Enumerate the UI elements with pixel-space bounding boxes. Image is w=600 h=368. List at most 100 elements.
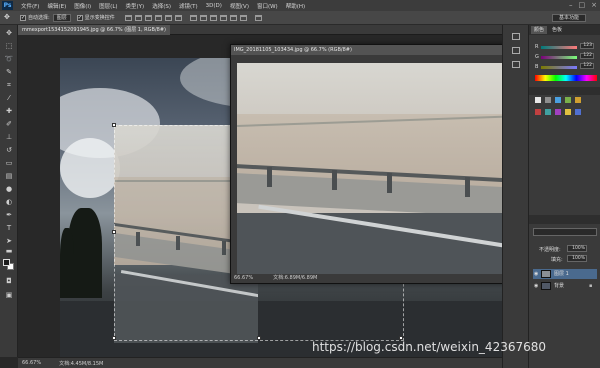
adjust-levels-icon[interactable] (545, 97, 551, 103)
menu-type[interactable]: 类型(Y) (126, 2, 145, 10)
distribute-middle-icon[interactable] (199, 14, 207, 21)
layer-filter-dropdown[interactable] (533, 228, 597, 236)
slider-g[interactable]: G 122 (535, 53, 597, 60)
screen-mode-icon[interactable]: ▣ (4, 291, 14, 300)
tab-swatches[interactable]: 色板 (549, 26, 565, 34)
adjust-brightness-icon[interactable] (535, 97, 541, 103)
gradient-tool-icon[interactable]: ▤ (4, 172, 14, 181)
distribute-bottom-icon[interactable] (209, 14, 217, 21)
eraser-tool-icon[interactable]: ▭ (4, 159, 14, 168)
transform-controls-checkbox[interactable]: ✓ (76, 14, 83, 21)
floating-document-window[interactable]: IMG_20181105_103434.jpg @ 66.7% (RGB/8#)… (230, 44, 528, 284)
marquee-tool-icon[interactable]: ⬚ (4, 42, 14, 51)
brush-tool-icon[interactable]: ✐ (4, 120, 14, 129)
workspace-switcher[interactable]: 基本功能 (551, 14, 586, 22)
history-panel-icon[interactable] (512, 33, 520, 40)
adjust-vibrance-icon[interactable] (575, 97, 581, 103)
fill-label: 填充: (551, 257, 563, 263)
right-panels: 颜色 色板 R 123 G 122 B 122 不透明度: 100% 填充: 1… (528, 25, 600, 368)
align-top-icon[interactable] (124, 14, 132, 21)
history-brush-tool-icon[interactable]: ↺ (4, 146, 14, 155)
floating-status-bar: 66.67% 文档:6.89M/6.89M (231, 274, 527, 283)
close-button[interactable]: × (591, 1, 597, 9)
adjust-exposure-icon[interactable] (565, 97, 571, 103)
menu-select[interactable]: 选择(S) (152, 2, 171, 10)
fill-input[interactable]: 100% (567, 255, 587, 262)
minimize-button[interactable]: – (569, 1, 573, 9)
opacity-input[interactable]: 100% (567, 245, 587, 252)
auto-align-icon[interactable] (254, 14, 262, 21)
align-center-icon[interactable] (164, 14, 172, 21)
color-spectrum-bar[interactable] (535, 75, 597, 81)
adjust-bw-icon[interactable] (555, 109, 561, 115)
slider-b[interactable]: B 122 (535, 63, 597, 70)
move-tool-icon[interactable]: ✥ (4, 29, 14, 38)
character-panel-icon[interactable] (512, 61, 520, 68)
eye-icon[interactable]: ◉ (534, 269, 538, 279)
eyedropper-tool-icon[interactable]: ⁄ (4, 94, 14, 103)
shape-tool-icon[interactable]: ▬ (4, 247, 14, 256)
align-left-icon[interactable] (154, 14, 162, 21)
adjust-hue-icon[interactable] (535, 109, 541, 115)
floating-zoom-readout[interactable]: 66.67% (234, 274, 253, 283)
healing-brush-tool-icon[interactable]: ✚ (4, 107, 14, 116)
adjust-balance-icon[interactable] (545, 109, 551, 115)
clone-stamp-tool-icon[interactable]: ⊥ (4, 133, 14, 142)
align-right-icon[interactable] (174, 14, 182, 21)
document-tab-bar: mmexport1534152091945.jpg @ 66.7% (图层 1,… (18, 25, 502, 35)
layers-panel-header (529, 215, 600, 224)
lasso-tool-icon[interactable]: ➰ (4, 55, 14, 64)
slider-r[interactable]: R 123 (535, 43, 597, 50)
adjust-mixer-icon[interactable] (575, 109, 581, 115)
distribute-left-icon[interactable] (219, 14, 227, 21)
transform-handle[interactable] (112, 336, 116, 340)
quick-select-tool-icon[interactable]: ✎ (4, 68, 14, 77)
align-middle-icon[interactable] (134, 14, 142, 21)
layer-row-background[interactable]: ◉ 背景 ▪ (533, 281, 597, 291)
layer-thumbnail (541, 270, 551, 278)
properties-panel-icon[interactable] (512, 47, 520, 54)
move-icon[interactable]: ✥ (4, 13, 14, 22)
floating-canvas[interactable] (237, 63, 524, 275)
maximize-button[interactable]: □ (579, 1, 586, 9)
transform-handle[interactable] (112, 123, 116, 127)
auto-select-checkbox[interactable]: ✓ (20, 14, 26, 21)
menu-window[interactable]: 窗口(W) (257, 2, 278, 10)
floating-doc-size-readout: 文档:6.89M/6.89M (273, 275, 318, 281)
menu-image[interactable]: 图像(I) (74, 2, 91, 10)
document-tab[interactable]: mmexport1534152091945.jpg @ 66.7% (图层 1,… (18, 25, 170, 35)
watermark-text: https://blog.csdn.net/weixin_42367680 (312, 340, 547, 354)
adjust-curves-icon[interactable] (555, 97, 561, 103)
transform-handle[interactable] (112, 230, 116, 234)
distribute-right-icon[interactable] (239, 14, 247, 21)
menu-layer[interactable]: 图层(L) (99, 2, 117, 10)
layer-row-layer-1[interactable]: ◉ 图层 1 (533, 269, 597, 279)
tree-silhouette (60, 228, 74, 298)
dodge-tool-icon[interactable]: ◐ (4, 198, 14, 207)
menu-file[interactable]: 文件(F) (21, 2, 39, 10)
menu-edit[interactable]: 编辑(E) (47, 2, 66, 10)
path-select-tool-icon[interactable]: ➤ (4, 237, 14, 246)
type-tool-icon[interactable]: T (4, 224, 14, 233)
crop-tool-icon[interactable]: ⌗ (4, 81, 14, 90)
tab-color[interactable]: 颜色 (531, 26, 548, 34)
pen-tool-icon[interactable]: ✒ (4, 211, 14, 220)
zoom-readout[interactable]: 66.67% (22, 360, 41, 366)
opacity-label: 不透明度: (539, 247, 561, 253)
eye-icon[interactable]: ◉ (534, 281, 538, 291)
adjustments-panel-header (529, 87, 600, 95)
menu-view[interactable]: 视图(V) (230, 2, 249, 10)
auto-select-dropdown[interactable]: 图层 (52, 13, 71, 22)
distribute-center-icon[interactable] (229, 14, 237, 21)
blur-tool-icon[interactable]: ● (4, 185, 14, 194)
foreground-color-swatch[interactable] (3, 259, 10, 266)
quick-mask-icon[interactable]: ◘ (4, 277, 14, 286)
align-bottom-icon[interactable] (144, 14, 152, 21)
transform-handle[interactable] (257, 336, 261, 340)
menu-filter[interactable]: 滤镜(T) (179, 2, 198, 10)
distribute-top-icon[interactable] (189, 14, 197, 21)
menu-3d[interactable]: 3D(D) (206, 3, 222, 9)
floating-window-title[interactable]: IMG_20181105_103434.jpg @ 66.7% (RGB/8#) (231, 45, 527, 55)
adjust-photo-filter-icon[interactable] (565, 109, 571, 115)
menu-help[interactable]: 帮助(H) (286, 2, 305, 10)
